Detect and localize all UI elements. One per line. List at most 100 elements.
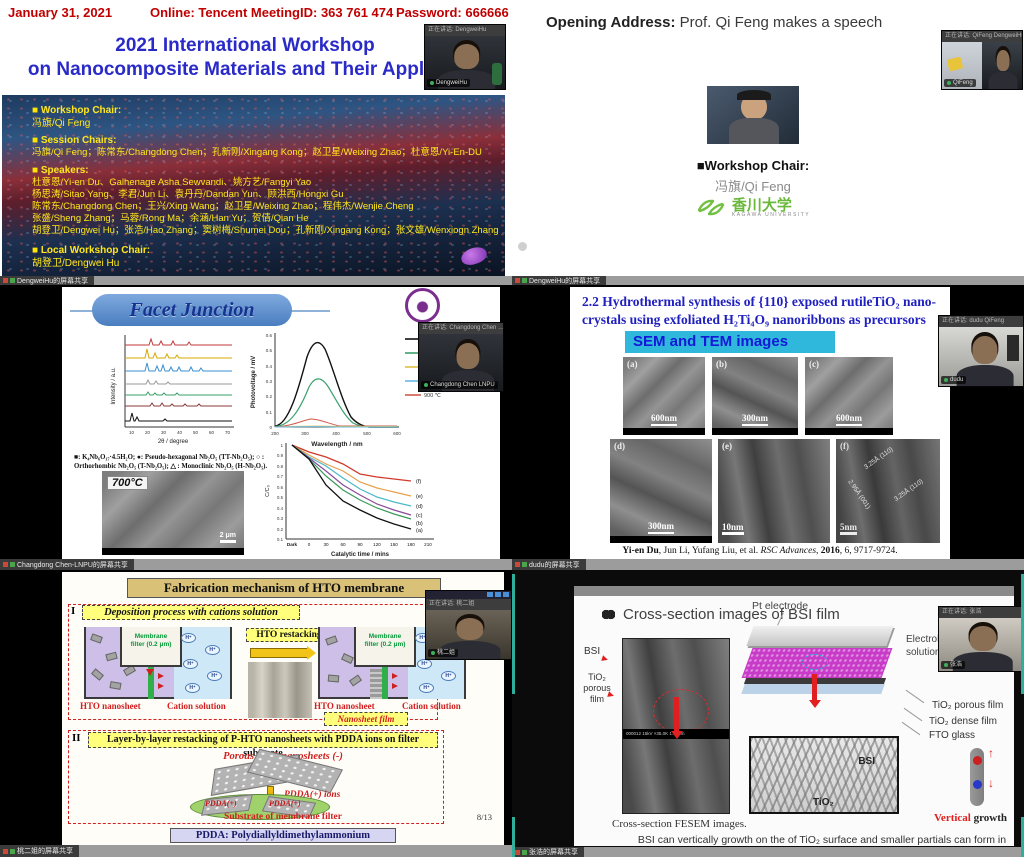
tio2-slide: 2.2 Hydrothermal synthesis of {110} expo… [570, 287, 950, 559]
university-seal [405, 288, 440, 323]
svg-text:Intensity / a.u.: Intensity / a.u. [111, 367, 117, 405]
thumb-name: dudu [950, 376, 963, 384]
catalytic-chart: (f) (e) (d) (c) (b) (a) 1 0.9 0.8 0.7 0.… [262, 439, 460, 559]
presenter-icon [10, 849, 15, 854]
image-letter: (f) [840, 441, 849, 451]
video-thumbnail-taoerjie[interactable]: 正在讲话: 桃二姐 桃二姐 [425, 590, 512, 660]
citation-tail: , 6, 9717-9724. [840, 546, 898, 556]
share-label: DengweiHu的屏幕共享 [529, 276, 600, 286]
bsi-inset-image: BSI TiO₂ [749, 736, 899, 814]
screen-icon [515, 562, 520, 567]
monitor-decor [1007, 335, 1019, 361]
svg-text:0.1: 0.1 [266, 410, 273, 415]
video-thumbnail-changdong[interactable]: 正在讲话: Changdong Chen … Changdong Chen LN… [418, 322, 504, 392]
beaker-left: Membranefilter (0.2 μm) H⁺ H⁺ H⁺ H⁺ H⁺ [84, 627, 232, 699]
image-letter: (b) [716, 359, 727, 369]
svg-text:0.7: 0.7 [277, 474, 284, 479]
svg-text:0.4: 0.4 [277, 506, 284, 511]
svg-text:(e): (e) [416, 494, 423, 500]
image-letter: (c) [809, 359, 819, 369]
svg-text:0.2: 0.2 [277, 527, 284, 532]
thumb-name-chip: Changdong Chen LNPU [421, 381, 498, 389]
svg-text:900 ℃: 900 ℃ [424, 393, 442, 399]
share-chip: 张浩的屏幕共享 [512, 847, 584, 857]
thumb-title: 正在讲话: 张浩 [939, 607, 1023, 618]
svg-text:400: 400 [332, 431, 340, 436]
thumb-name-chip: 张浩 [941, 661, 965, 669]
electrolyte-line2: solution [906, 647, 940, 658]
membrane-filter-label1: Membrane [369, 633, 402, 640]
presenter-icon [522, 278, 527, 283]
membrane-filter-label2: filter (0.2 μm) [131, 641, 172, 648]
h-plus-ion: H⁺ [205, 645, 220, 655]
chair-name: 冯旗/Qi Feng [32, 118, 90, 130]
apparatus-photo [248, 662, 312, 718]
hto-nanosheet-label: HTO nanosheet [80, 701, 141, 711]
ion-arrow [158, 683, 164, 689]
fesem-image: 000012 15kV ×35.0K 1.19μm [622, 638, 730, 814]
share-label: DengweiHu的屏幕共享 [17, 276, 88, 286]
vertical-growth-caption: Vertical growth [934, 812, 1007, 824]
share-label: 桃二姐的屏幕共享 [17, 846, 73, 856]
membrane-filter-label1: Membrane [135, 633, 168, 640]
person-silhouette [982, 42, 1022, 89]
share-bar: Changdong Chen-LNPU的屏幕共享 [0, 559, 512, 570]
chair-name: 冯旗/Qi Feng [662, 176, 844, 195]
thumb-title: 正在讲话: QiFeng DengweiHu [942, 31, 1022, 42]
panel-top-right: Opening Address: Prof. Qi Feng makes a s… [512, 0, 1024, 285]
svg-text:30: 30 [161, 430, 167, 435]
video-thumbnail-qifeng[interactable]: 正在讲话: QiFeng DengweiHu QiFeng [941, 30, 1023, 90]
image-letter: (a) [627, 359, 638, 369]
share-label: dudu的屏幕共享 [529, 560, 580, 570]
svg-text:Catalytic time / mins: Catalytic time / mins [331, 552, 390, 558]
inset-tio2-label: TiO₂ [813, 797, 834, 808]
tio2-porous-film-label: TiO₂ porous film [932, 700, 1003, 711]
svg-text:20: 20 [145, 430, 151, 435]
thumb-window-controls[interactable] [426, 591, 511, 599]
mic-icon [430, 81, 434, 85]
micrograph-infobar [623, 428, 705, 435]
thumb-video: DengweiHu [425, 36, 505, 89]
meeting-collage: January 31, 2021 Online: Tencent Meeting… [0, 0, 1024, 857]
share-bar: DengweiHu的屏幕共享 [512, 276, 1024, 285]
photo-hair [737, 90, 771, 100]
thumb-name-chip: QiFeng [944, 79, 976, 87]
bsi-label: BSI [584, 646, 600, 657]
svg-text:0.5: 0.5 [277, 495, 284, 500]
inner-filter-cup: Membranefilter (0.2 μm) [354, 627, 416, 667]
svg-text:C/C₀: C/C₀ [265, 485, 271, 497]
thumb-name-chip: DengweiHu [427, 79, 470, 87]
date-text: January 31, 2021 [8, 5, 112, 20]
chair-label: ■Workshop Chair: [662, 158, 844, 173]
kagawa-logo: 香川大学 KAGAWA UNIVERSITY [662, 196, 844, 220]
video-thumbnail-haozhang[interactable]: 正在讲话: 张浩 张浩 [938, 606, 1024, 672]
fto-glass-label: FTO glass [929, 730, 975, 741]
room-object [947, 56, 963, 71]
lattice-annotation-2: 2.95Å (001) [846, 479, 871, 511]
h-plus-ion: H⁺ [181, 633, 196, 643]
local-chair-label: Local Workshop Chair: [32, 245, 150, 257]
ion-arrow [392, 683, 398, 689]
pdda-label: PDDA(+) [205, 799, 237, 808]
ion-arrow [158, 673, 164, 679]
thumb-name: DengweiHu [436, 79, 467, 87]
video-thumbnail-dengweihu[interactable]: 正在讲话: DengweiHu DengweiHu [424, 24, 506, 90]
university-name-en: KAGAWA UNIVERSITY [732, 213, 810, 218]
sem-image-b: (b) 300nm [712, 357, 798, 435]
svg-text:150: 150 [390, 542, 398, 547]
slide-title: Facet Junction [92, 294, 292, 326]
section1-numeral: I [71, 605, 75, 617]
svg-text:(a): (a) [416, 528, 423, 534]
share-chip: DengweiHu的屏幕共享 [512, 276, 606, 285]
slide-title: 2.2 Hydrothermal synthesis of {110} expo… [582, 293, 944, 328]
tio2-porous-label: TiO₂ porousfilm [574, 672, 620, 704]
sem-infobar [102, 548, 244, 555]
svg-text:0.4: 0.4 [266, 364, 273, 369]
video-thumbnail-dudu[interactable]: 正在讲话: dudu QiFeng dudu [938, 315, 1024, 387]
citation-author: Yi-en Du [622, 546, 658, 556]
thumb-video: QiFeng [942, 42, 1022, 89]
share-bar: 桃二姐的屏幕共享 [0, 845, 512, 857]
speakers-line3: 陈常东/Changdong Chen；王兴/Xing Wang；赵卫星/Weix… [32, 202, 414, 213]
h-plus-ion: H⁺ [417, 659, 432, 669]
svg-text:2θ / degree: 2θ / degree [158, 439, 189, 445]
